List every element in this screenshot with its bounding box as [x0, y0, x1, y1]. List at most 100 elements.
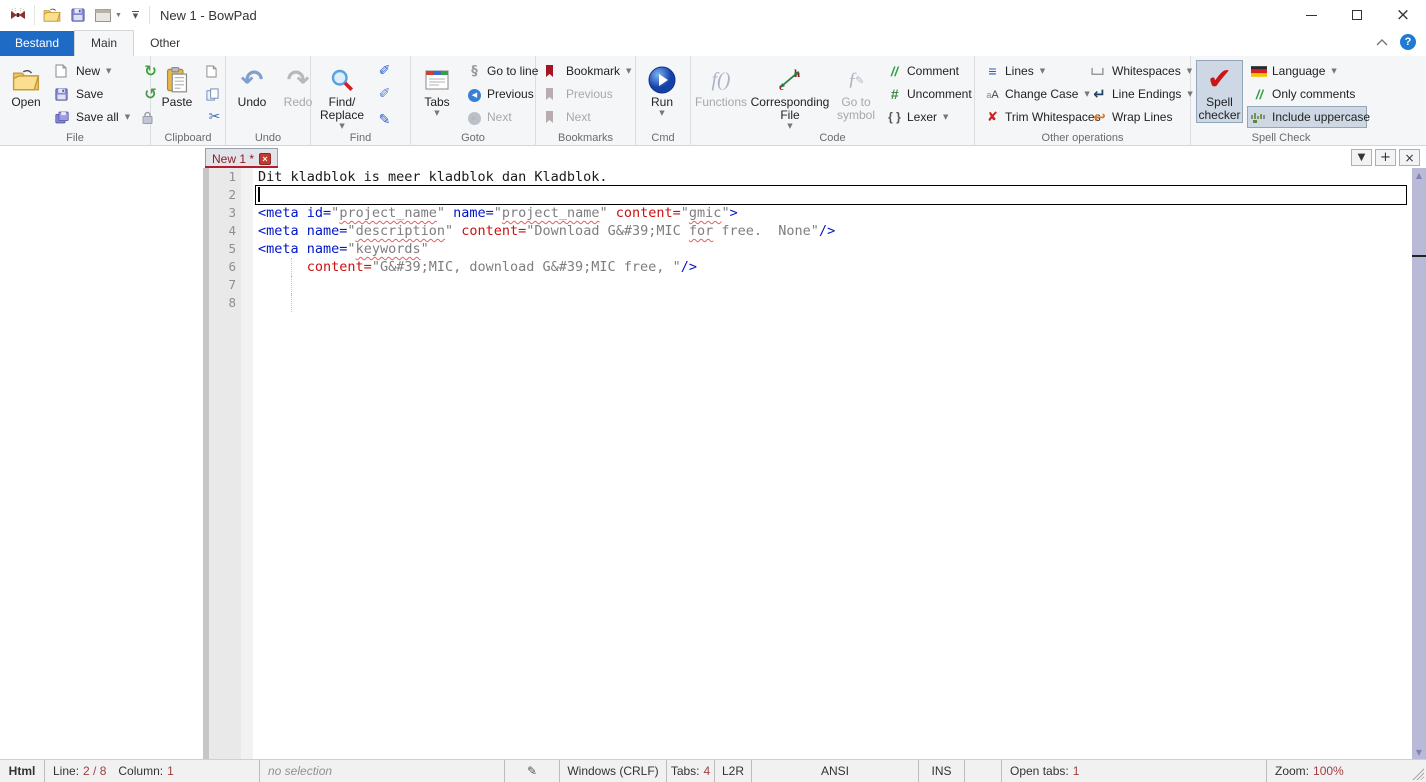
- lexer-braces-icon: { }: [886, 111, 903, 123]
- status-line-column[interactable]: Line:2 / 8 Column:1: [45, 760, 260, 782]
- include-uppercase-button[interactable]: Include uppercase: [1247, 106, 1367, 128]
- go-to-line-button[interactable]: § Go to line: [462, 60, 542, 82]
- code-line[interactable]: 8: [0, 294, 1426, 312]
- code-segment: name=: [307, 223, 348, 239]
- copy-button[interactable]: [202, 83, 227, 105]
- code-segment: ": [445, 223, 453, 239]
- uncomment-icon: #: [886, 87, 903, 101]
- vertical-scrollbar[interactable]: ▲ ▼: [1412, 168, 1426, 759]
- trim-whitespaces-button[interactable]: ✘ Trim Whitespaces: [980, 106, 1083, 128]
- close-tab-button[interactable]: ×: [1399, 149, 1420, 166]
- code-line[interactable]: 5<meta name="keywords": [0, 240, 1426, 258]
- goto-next-button[interactable]: ▶ Next: [462, 106, 542, 128]
- code-line[interactable]: 2: [0, 186, 1426, 204]
- find-replace-button[interactable]: Find/ Replace ▼: [316, 60, 368, 131]
- status-doc-type[interactable]: Html: [0, 760, 45, 782]
- status-lexer-style[interactable]: ✎: [505, 760, 560, 782]
- bookmark-next-button[interactable]: Next: [541, 106, 635, 128]
- group-label-file: File: [0, 132, 150, 144]
- undo-button[interactable]: ↶ Undo: [231, 60, 273, 110]
- code-text[interactable]: <meta name="keywords": [256, 240, 1406, 258]
- save-all-button[interactable]: Save all▼: [51, 106, 134, 128]
- corresponding-file-button[interactable]: ch Corresponding File ▼: [750, 60, 830, 131]
- spell-checker-button[interactable]: ✔ Spell checker: [1196, 60, 1243, 123]
- status-open-tabs[interactable]: Open tabs:1: [1002, 760, 1267, 782]
- change-case-button[interactable]: aA Change Case▼: [980, 83, 1083, 105]
- qat-tab-list-button[interactable]: ▼: [95, 9, 122, 22]
- status-eol-format[interactable]: Windows (CRLF): [560, 760, 667, 782]
- code-line[interactable]: 3<meta id="project_name" name="project_n…: [0, 204, 1426, 222]
- status-encoding[interactable]: ANSI: [752, 760, 919, 782]
- highlight-matches-button[interactable]: ✐: [372, 60, 397, 82]
- bookmark-button[interactable]: Bookmark▼: [541, 60, 635, 82]
- bookmark-previous-button[interactable]: Previous: [541, 83, 635, 105]
- new-button[interactable]: New▼: [51, 60, 134, 82]
- line-number: 6: [209, 258, 236, 276]
- cut-button[interactable]: ✂: [202, 106, 227, 128]
- code-text[interactable]: [256, 276, 1406, 294]
- paste-button[interactable]: Paste: [156, 60, 198, 110]
- go-to-symbol-button[interactable]: ƒ✎ Go to symbol: [834, 60, 878, 123]
- marker-pen-icon: ✐: [376, 64, 393, 78]
- tabs-button[interactable]: Tabs ▼: [416, 60, 458, 118]
- title-bar[interactable]: ▼ ▼ New 1 - BowPad ×: [0, 0, 1426, 30]
- only-comments-button[interactable]: // Only comments: [1247, 83, 1367, 105]
- status-selection[interactable]: no selection: [260, 760, 505, 782]
- uncomment-button[interactable]: # Uncomment: [882, 83, 976, 105]
- code-text[interactable]: <meta id="project_name" name="project_na…: [256, 204, 1406, 222]
- qat-save-button[interactable]: [71, 8, 85, 22]
- line-endings-button[interactable]: ↵ Line Endings▼: [1087, 83, 1197, 105]
- tab-bestand[interactable]: Bestand: [0, 31, 74, 56]
- code-segment: for: [689, 223, 713, 239]
- editor-lines[interactable]: 1Dit kladblok is meer kladblok dan Kladb…: [0, 168, 1426, 312]
- status-tab-width[interactable]: Tabs:4: [667, 760, 715, 782]
- code-line[interactable]: 7: [0, 276, 1426, 294]
- clear-highlight-button[interactable]: ✐: [372, 106, 397, 128]
- functions-button[interactable]: f() Functions: [696, 60, 746, 110]
- lexer-button[interactable]: { } Lexer▼: [882, 106, 976, 128]
- resize-grip[interactable]: [1411, 767, 1424, 780]
- scroll-down-icon[interactable]: ▼: [1412, 745, 1426, 759]
- scroll-up-icon[interactable]: ▲: [1412, 168, 1426, 182]
- editor-area[interactable]: 1Dit kladblok is meer kladblok dan Kladb…: [0, 168, 1426, 759]
- code-text-current-line[interactable]: [256, 186, 1406, 204]
- minimize-button[interactable]: [1288, 0, 1334, 30]
- run-button[interactable]: Run ▼: [641, 60, 683, 118]
- close-button[interactable]: ×: [1380, 0, 1426, 30]
- wrap-lines-button[interactable]: ↩ Wrap Lines: [1087, 106, 1197, 128]
- code-text[interactable]: <meta name="description" content="Downlo…: [256, 222, 1406, 240]
- language-button[interactable]: Language▼: [1247, 60, 1367, 82]
- lines-button[interactable]: ≡ Lines▼: [980, 60, 1083, 82]
- comment-button[interactable]: // Comment: [882, 60, 976, 82]
- maximize-button[interactable]: [1334, 0, 1380, 30]
- code-text[interactable]: [256, 294, 1406, 312]
- tab-other[interactable]: Other: [134, 31, 196, 56]
- code-line[interactable]: 4<meta name="description" content="Downl…: [0, 222, 1426, 240]
- copy-html-button[interactable]: [202, 60, 227, 82]
- qat-open-button[interactable]: [43, 8, 61, 22]
- code-segment: [258, 259, 307, 275]
- tab-main[interactable]: Main: [74, 30, 134, 56]
- tab-close-icon[interactable]: ×: [259, 153, 271, 165]
- whitespaces-button[interactable]: Whitespaces▼: [1087, 60, 1197, 82]
- code-text[interactable]: content="G&#39;MIC, download G&#39;MIC f…: [256, 258, 1406, 276]
- previous-circle-icon: ◀: [466, 87, 483, 102]
- highlight-word-button[interactable]: ✐: [372, 83, 397, 105]
- document-tab[interactable]: New 1 * ×: [205, 148, 278, 168]
- code-text[interactable]: Dit kladblok is meer kladblok dan Kladbl…: [256, 168, 1406, 186]
- save-button[interactable]: Save: [51, 83, 134, 105]
- status-text-direction[interactable]: L2R: [715, 760, 752, 782]
- status-insert-mode[interactable]: INS: [919, 760, 965, 782]
- tab-list-button[interactable]: ▼: [1351, 149, 1372, 166]
- code-line[interactable]: 6 content="G&#39;MIC, download G&#39;MIC…: [0, 258, 1426, 276]
- code-segment: Dit kladblok is meer kladblok dan Kladbl…: [258, 169, 608, 185]
- goto-previous-button[interactable]: ◀ Previous: [462, 83, 542, 105]
- open-button[interactable]: Open: [5, 60, 47, 110]
- status-zoom[interactable]: Zoom:100%: [1267, 760, 1426, 782]
- qat-customize-button[interactable]: ▼: [132, 11, 139, 20]
- code-line[interactable]: 1Dit kladblok is meer kladblok dan Kladb…: [0, 168, 1426, 186]
- open-folder-icon: [12, 64, 40, 96]
- new-tab-button[interactable]: +: [1375, 149, 1396, 166]
- help-button[interactable]: ?: [1400, 34, 1416, 50]
- collapse-ribbon-button[interactable]: [1376, 39, 1388, 46]
